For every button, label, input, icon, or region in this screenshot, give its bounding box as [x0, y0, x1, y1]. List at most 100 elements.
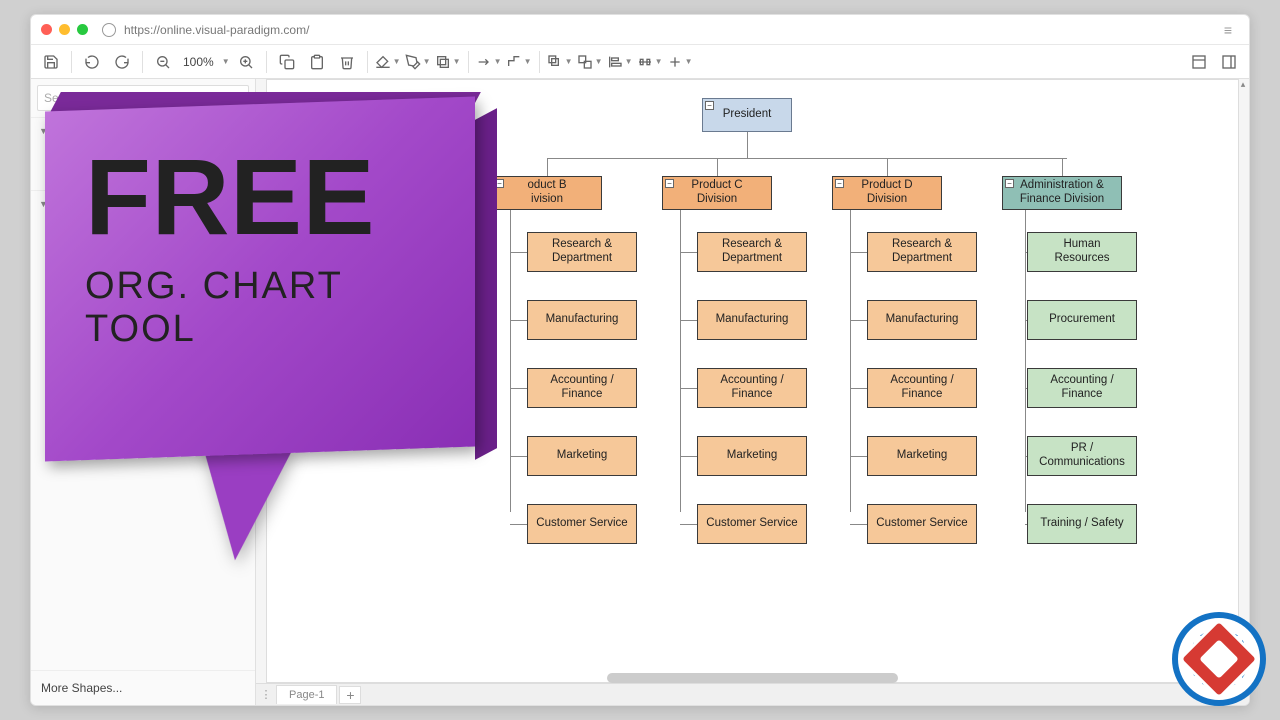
delete-button[interactable] [333, 48, 361, 76]
undo-button[interactable] [78, 48, 106, 76]
sidebar-category-2[interactable]: ▼Or [31, 190, 255, 217]
shadow-button[interactable]: ▼ [434, 48, 462, 76]
page-tab-1[interactable]: Page-1 [276, 685, 337, 704]
waypoint-button[interactable]: ▼ [505, 48, 533, 76]
collapse-icon[interactable]: − [835, 179, 844, 188]
connector [680, 456, 697, 457]
titlebar: https://online.visual-paradigm.com/ ≡ [31, 15, 1249, 45]
add-button[interactable]: ▼ [666, 48, 694, 76]
connector [717, 158, 718, 176]
org-node[interactable]: Manufacturing [697, 300, 807, 340]
collapse-icon[interactable]: − [1005, 179, 1014, 188]
connector [680, 252, 697, 253]
zoom-in-button[interactable] [232, 48, 260, 76]
connector [680, 388, 697, 389]
org-node[interactable]: Marketing [867, 436, 977, 476]
org-node[interactable]: Customer Service [527, 504, 637, 544]
save-button[interactable] [37, 48, 65, 76]
chevron-down-icon: ▼ [39, 126, 48, 136]
org-node[interactable]: Research & Department [697, 232, 807, 272]
redo-button[interactable] [108, 48, 136, 76]
org-node[interactable]: Human Resources [1027, 232, 1137, 272]
connector [547, 158, 1067, 159]
org-node[interactable]: Manufacturing [867, 300, 977, 340]
connector [510, 320, 527, 321]
panel-toggle-1-button[interactable] [1185, 48, 1213, 76]
paste-button[interactable] [303, 48, 331, 76]
url-bar[interactable]: https://online.visual-paradigm.com/ [102, 23, 1217, 37]
org-node[interactable]: Accounting / Finance [527, 368, 637, 408]
app-window: https://online.visual-paradigm.com/ ≡ 10… [30, 14, 1250, 706]
org-node[interactable]: oduct B ivision− [492, 176, 602, 210]
connector [850, 524, 867, 525]
collapse-icon[interactable]: − [665, 179, 674, 188]
connector [680, 524, 697, 525]
connector [510, 524, 527, 525]
page-handle-icon[interactable]: ⋮ [256, 688, 276, 701]
url-text: https://online.visual-paradigm.com/ [124, 23, 309, 37]
org-node[interactable]: Administration & Finance Division− [1002, 176, 1122, 210]
maximize-icon[interactable] [77, 24, 88, 35]
page-tabs: ⋮ Page-1 + [256, 683, 1249, 705]
org-node[interactable]: Marketing [527, 436, 637, 476]
org-node[interactable]: Research & Department [527, 232, 637, 272]
canvas[interactable]: President− oduct B ivision− Product C Divi… [266, 79, 1239, 683]
connector [510, 210, 511, 512]
close-icon[interactable] [41, 24, 52, 35]
connector-button[interactable]: ▼ [475, 48, 503, 76]
brand-logo [1172, 612, 1266, 706]
zoom-out-button[interactable] [149, 48, 177, 76]
connector [850, 320, 867, 321]
connector [850, 456, 867, 457]
panel-toggle-2-button[interactable] [1215, 48, 1243, 76]
align-button[interactable]: ▼ [606, 48, 634, 76]
toolbar: 100% ▼ ▼ ▼ ▼ ▼ ▼ ▼ ▼ ▼ ▼ ▼ [31, 45, 1249, 79]
hamburger-icon[interactable]: ≡ [1217, 22, 1239, 38]
add-page-button[interactable]: + [339, 686, 361, 704]
zoom-dropdown-icon[interactable]: ▼ [222, 57, 230, 66]
org-node[interactable]: Marketing [697, 436, 807, 476]
minimize-icon[interactable] [59, 24, 70, 35]
org-node[interactable]: Procurement [1027, 300, 1137, 340]
collapse-icon[interactable]: − [495, 179, 504, 188]
to-back-button[interactable]: ▼ [576, 48, 604, 76]
connector [1025, 210, 1026, 512]
org-node[interactable]: Accounting / Finance [697, 368, 807, 408]
org-node[interactable]: Manufacturing [527, 300, 637, 340]
shape-thumb-bar[interactable] [47, 221, 137, 235]
org-node[interactable]: Research & Department [867, 232, 977, 272]
copy-button[interactable] [273, 48, 301, 76]
zoom-level[interactable]: 100% [179, 55, 218, 69]
window-controls [41, 24, 88, 35]
canvas-area: President− oduct B ivision− Product C Divi… [256, 79, 1249, 705]
connector [547, 158, 548, 176]
org-node[interactable]: President− [702, 98, 792, 132]
sidebar: Se ▼Sc ▼Or More Shapes... [31, 79, 256, 705]
horizontal-scrollbar[interactable] [266, 673, 1239, 683]
connector [1062, 158, 1063, 176]
fill-color-button[interactable]: ▼ [374, 48, 402, 76]
sidebar-category-1[interactable]: ▼Sc [31, 117, 255, 144]
org-node[interactable]: Customer Service [697, 504, 807, 544]
org-node[interactable]: Customer Service [867, 504, 977, 544]
org-node[interactable]: Accounting / Finance [867, 368, 977, 408]
site-identity-icon [102, 23, 116, 37]
search-input[interactable]: Se [37, 85, 249, 111]
line-color-button[interactable]: ▼ [404, 48, 432, 76]
org-node[interactable]: Product D Division− [832, 176, 942, 210]
distribute-button[interactable]: ▼ [636, 48, 664, 76]
connector [510, 456, 527, 457]
connector [850, 252, 867, 253]
org-node[interactable]: Accounting / Finance [1027, 368, 1137, 408]
more-shapes-button[interactable]: More Shapes... [31, 670, 255, 705]
collapse-icon[interactable]: − [705, 101, 714, 110]
chevron-down-icon: ▼ [39, 199, 48, 209]
connector [510, 252, 527, 253]
org-node[interactable]: Product C Division− [662, 176, 772, 210]
to-front-button[interactable]: ▼ [546, 48, 574, 76]
org-node[interactable]: PR / Communications [1027, 436, 1137, 476]
connector [680, 210, 681, 512]
org-node[interactable]: Training / Safety [1027, 504, 1137, 544]
connector [510, 388, 527, 389]
shape-thumb[interactable] [47, 150, 91, 184]
